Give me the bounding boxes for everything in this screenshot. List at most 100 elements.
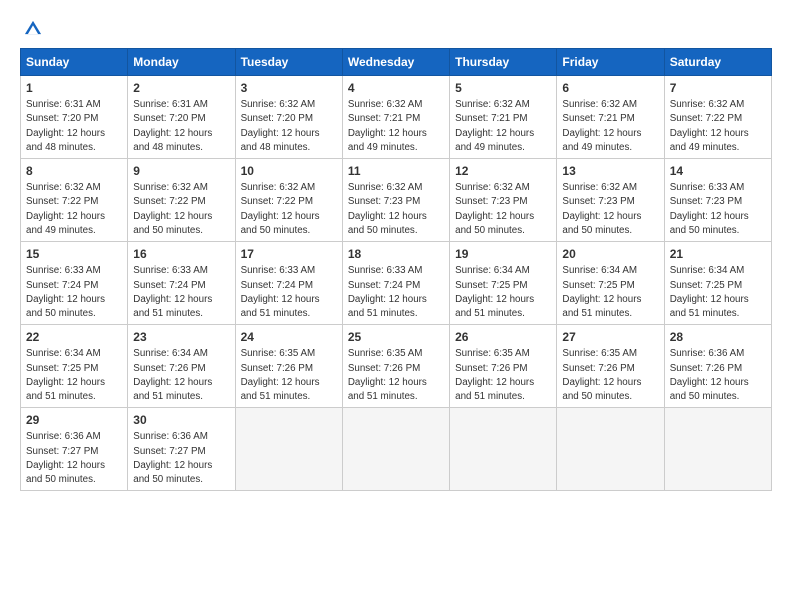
- calendar-day-cell: 9 Sunrise: 6:32 AMSunset: 7:22 PMDaylight…: [128, 159, 235, 242]
- day-info: Sunrise: 6:32 AMSunset: 7:21 PMDaylight:…: [455, 99, 534, 153]
- day-info: Sunrise: 6:31 AMSunset: 7:20 PMDaylight:…: [26, 99, 105, 153]
- calendar-day-cell: 2 Sunrise: 6:31 AMSunset: 7:20 PMDaylight…: [128, 76, 235, 159]
- calendar-day-cell: 1Sunrise: 6:31 AMSunset: 7:20 PMDaylight…: [21, 76, 128, 159]
- day-info: Sunrise: 6:32 AMSunset: 7:21 PMDaylight:…: [562, 99, 641, 153]
- day-info: Sunrise: 6:32 AMSunset: 7:23 PMDaylight:…: [562, 182, 641, 236]
- day-number: 23: [133, 329, 229, 345]
- weekday-header-friday: Friday: [557, 49, 664, 76]
- day-info: Sunrise: 6:35 AMSunset: 7:26 PMDaylight:…: [562, 348, 641, 402]
- calendar-day-cell: [557, 408, 664, 491]
- day-number: 3: [241, 80, 337, 96]
- calendar-day-cell: 3 Sunrise: 6:32 AMSunset: 7:20 PMDaylight…: [235, 76, 342, 159]
- day-number: 6: [562, 80, 658, 96]
- day-info: Sunrise: 6:32 AMSunset: 7:22 PMDaylight:…: [26, 182, 105, 236]
- day-info: Sunrise: 6:32 AMSunset: 7:20 PMDaylight:…: [241, 99, 320, 153]
- calendar-day-cell: 25 Sunrise: 6:35 AMSunset: 7:26 PMDayligh…: [342, 325, 449, 408]
- day-info: Sunrise: 6:33 AMSunset: 7:24 PMDaylight:…: [241, 265, 320, 319]
- day-number: 19: [455, 246, 551, 262]
- day-number: 18: [348, 246, 444, 262]
- day-info: Sunrise: 6:35 AMSunset: 7:26 PMDaylight:…: [348, 348, 427, 402]
- weekday-header-wednesday: Wednesday: [342, 49, 449, 76]
- calendar-day-cell: 30 Sunrise: 6:36 AMSunset: 7:27 PMDayligh…: [128, 408, 235, 491]
- calendar-day-cell: 13Sunrise: 6:32 AMSunset: 7:23 PMDayligh…: [557, 159, 664, 242]
- weekday-header-thursday: Thursday: [450, 49, 557, 76]
- day-number: 8: [26, 163, 122, 179]
- day-info: Sunrise: 6:35 AMSunset: 7:26 PMDaylight:…: [455, 348, 534, 402]
- day-info: Sunrise: 6:34 AMSunset: 7:25 PMDaylight:…: [562, 265, 641, 319]
- day-number: 14: [670, 163, 766, 179]
- day-info: Sunrise: 6:32 AMSunset: 7:23 PMDaylight:…: [455, 182, 534, 236]
- calendar-day-cell: 11 Sunrise: 6:32 AMSunset: 7:23 PMDayligh…: [342, 159, 449, 242]
- calendar-table: SundayMondayTuesdayWednesdayThursdayFrid…: [20, 48, 772, 491]
- day-info: Sunrise: 6:31 AMSunset: 7:20 PMDaylight:…: [133, 99, 212, 153]
- header: [20, 18, 772, 40]
- calendar-day-cell: 28 Sunrise: 6:36 AMSunset: 7:26 PMDayligh…: [664, 325, 771, 408]
- calendar-week-row: 1Sunrise: 6:31 AMSunset: 7:20 PMDaylight…: [21, 76, 772, 159]
- calendar-day-cell: 27 Sunrise: 6:35 AMSunset: 7:26 PMDayligh…: [557, 325, 664, 408]
- weekday-header-sunday: Sunday: [21, 49, 128, 76]
- day-number: 7: [670, 80, 766, 96]
- day-info: Sunrise: 6:33 AMSunset: 7:24 PMDaylight:…: [348, 265, 427, 319]
- day-info: Sunrise: 6:35 AMSunset: 7:26 PMDaylight:…: [241, 348, 320, 402]
- calendar-day-cell: 23 Sunrise: 6:34 AMSunset: 7:26 PMDayligh…: [128, 325, 235, 408]
- day-number: 27: [562, 329, 658, 345]
- calendar-day-cell: 14 Sunrise: 6:33 AMSunset: 7:23 PMDayligh…: [664, 159, 771, 242]
- day-number: 25: [348, 329, 444, 345]
- weekday-header-saturday: Saturday: [664, 49, 771, 76]
- day-info: Sunrise: 6:32 AMSunset: 7:22 PMDaylight:…: [670, 99, 749, 153]
- calendar-day-cell: 16 Sunrise: 6:33 AMSunset: 7:24 PMDayligh…: [128, 242, 235, 325]
- day-info: Sunrise: 6:32 AMSunset: 7:23 PMDaylight:…: [348, 182, 427, 236]
- calendar-day-cell: [342, 408, 449, 491]
- calendar-day-cell: 22 Sunrise: 6:34 AMSunset: 7:25 PMDayligh…: [21, 325, 128, 408]
- day-number: 29: [26, 412, 122, 428]
- logo: [20, 18, 46, 40]
- logo-icon: [22, 18, 44, 40]
- day-info: Sunrise: 6:34 AMSunset: 7:25 PMDaylight:…: [455, 265, 534, 319]
- day-number: 30: [133, 412, 229, 428]
- day-number: 24: [241, 329, 337, 345]
- calendar-day-cell: 5Sunrise: 6:32 AMSunset: 7:21 PMDaylight…: [450, 76, 557, 159]
- calendar-day-cell: 4 Sunrise: 6:32 AMSunset: 7:21 PMDaylight…: [342, 76, 449, 159]
- calendar-day-cell: 6 Sunrise: 6:32 AMSunset: 7:21 PMDaylight…: [557, 76, 664, 159]
- day-number: 2: [133, 80, 229, 96]
- day-info: Sunrise: 6:32 AMSunset: 7:22 PMDaylight:…: [241, 182, 320, 236]
- day-number: 16: [133, 246, 229, 262]
- calendar-day-cell: 24 Sunrise: 6:35 AMSunset: 7:26 PMDayligh…: [235, 325, 342, 408]
- day-info: Sunrise: 6:33 AMSunset: 7:23 PMDaylight:…: [670, 182, 749, 236]
- weekday-header-tuesday: Tuesday: [235, 49, 342, 76]
- day-info: Sunrise: 6:36 AMSunset: 7:26 PMDaylight:…: [670, 348, 749, 402]
- day-number: 11: [348, 163, 444, 179]
- day-number: 21: [670, 246, 766, 262]
- day-number: 4: [348, 80, 444, 96]
- calendar-day-cell: 18 Sunrise: 6:33 AMSunset: 7:24 PMDayligh…: [342, 242, 449, 325]
- day-info: Sunrise: 6:32 AMSunset: 7:22 PMDaylight:…: [133, 182, 212, 236]
- day-info: Sunrise: 6:36 AMSunset: 7:27 PMDaylight:…: [133, 431, 212, 485]
- calendar-day-cell: [235, 408, 342, 491]
- day-info: Sunrise: 6:33 AMSunset: 7:24 PMDaylight:…: [133, 265, 212, 319]
- calendar-day-cell: 12Sunrise: 6:32 AMSunset: 7:23 PMDayligh…: [450, 159, 557, 242]
- day-number: 15: [26, 246, 122, 262]
- calendar-week-row: 22 Sunrise: 6:34 AMSunset: 7:25 PMDayligh…: [21, 325, 772, 408]
- day-number: 17: [241, 246, 337, 262]
- calendar-day-cell: 8 Sunrise: 6:32 AMSunset: 7:22 PMDaylight…: [21, 159, 128, 242]
- calendar-day-cell: 15Sunrise: 6:33 AMSunset: 7:24 PMDayligh…: [21, 242, 128, 325]
- day-number: 28: [670, 329, 766, 345]
- day-info: Sunrise: 6:34 AMSunset: 7:25 PMDaylight:…: [670, 265, 749, 319]
- calendar-page: SundayMondayTuesdayWednesdayThursdayFrid…: [0, 0, 792, 612]
- calendar-day-cell: 10Sunrise: 6:32 AMSunset: 7:22 PMDayligh…: [235, 159, 342, 242]
- calendar-day-cell: [664, 408, 771, 491]
- calendar-day-cell: 29Sunrise: 6:36 AMSunset: 7:27 PMDayligh…: [21, 408, 128, 491]
- calendar-day-cell: 20 Sunrise: 6:34 AMSunset: 7:25 PMDayligh…: [557, 242, 664, 325]
- day-number: 20: [562, 246, 658, 262]
- day-info: Sunrise: 6:34 AMSunset: 7:25 PMDaylight:…: [26, 348, 105, 402]
- day-info: Sunrise: 6:34 AMSunset: 7:26 PMDaylight:…: [133, 348, 212, 402]
- day-info: Sunrise: 6:32 AMSunset: 7:21 PMDaylight:…: [348, 99, 427, 153]
- calendar-day-cell: 21 Sunrise: 6:34 AMSunset: 7:25 PMDayligh…: [664, 242, 771, 325]
- calendar-day-cell: 7 Sunrise: 6:32 AMSunset: 7:22 PMDaylight…: [664, 76, 771, 159]
- weekday-header-monday: Monday: [128, 49, 235, 76]
- calendar-week-row: 15 Sunrise: 6:33 AMSunset: 7:24 PMDayligh…: [21, 242, 772, 325]
- day-number: 9: [133, 163, 229, 179]
- day-number: 22: [26, 329, 122, 345]
- calendar-week-row: 29 Sunrise: 6:36 AMSunset: 7:27 PMDayligh…: [21, 408, 772, 491]
- calendar-day-cell: 19 Sunrise: 6:34 AMSunset: 7:25 PMDayligh…: [450, 242, 557, 325]
